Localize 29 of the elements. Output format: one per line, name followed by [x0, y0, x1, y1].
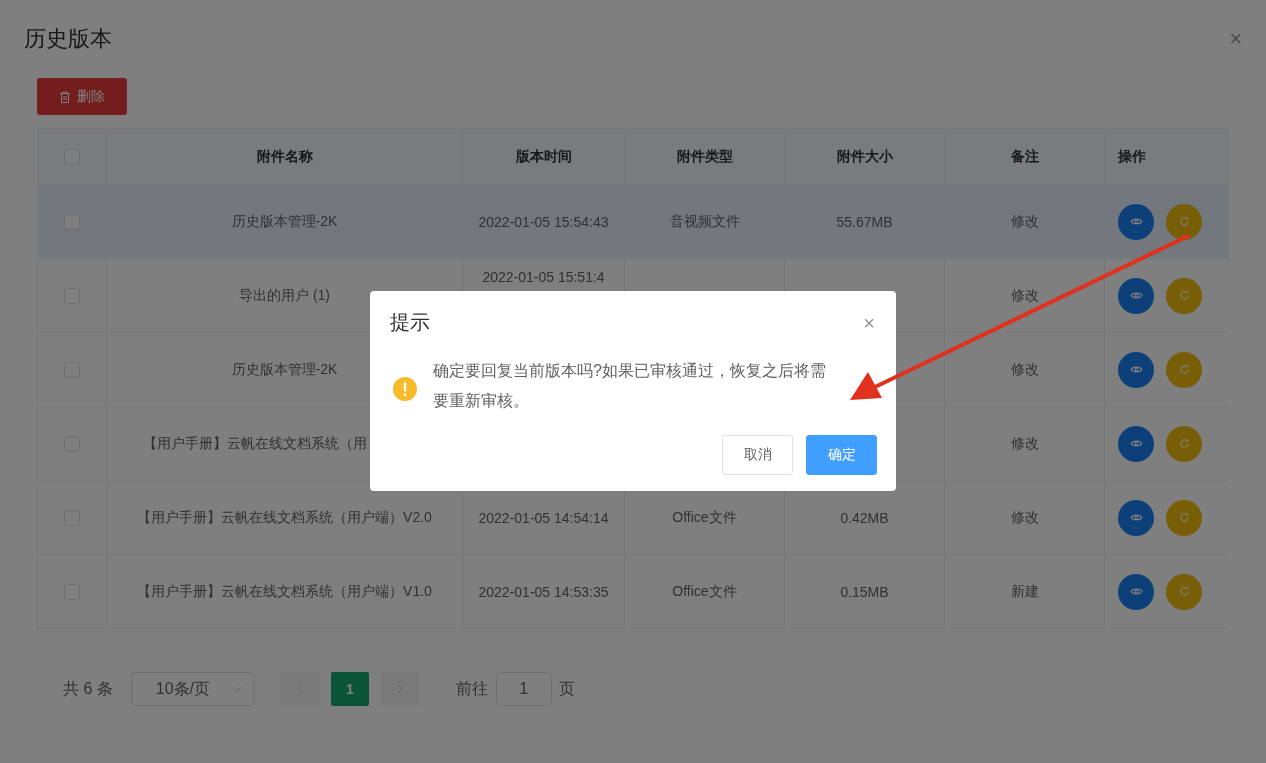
table-cell: Office文件 [625, 555, 785, 629]
close-button[interactable]: × [1229, 28, 1242, 50]
table-cell: 历史版本管理-2K [107, 185, 463, 259]
close-button[interactable]: × [863, 312, 875, 333]
total-count: 共 6 条 [63, 678, 113, 699]
table-cell: 修改 [945, 259, 1105, 333]
table-cell: 修改 [945, 185, 1105, 259]
table-cell: 音视频文件 [625, 185, 785, 259]
page-size-select[interactable]: 10条/页 [130, 672, 255, 706]
table-cell: 修改 [945, 333, 1105, 407]
table-cell: 2022-01-05 15:54:43 [463, 185, 625, 259]
confirm-button[interactable]: 确定 [806, 435, 877, 475]
page-input[interactable]: 1 [495, 672, 552, 706]
cancel-button[interactable]: 取消 [722, 435, 793, 475]
table-cell: 新建 [945, 555, 1105, 629]
table-cell: 2022-01-05 14:53:35 [463, 555, 625, 629]
goto-label: 前往 [455, 678, 488, 699]
table-cell: 【用户手册】云帆在线文档系统（用户端）V1.0 [107, 555, 463, 629]
page-button[interactable]: 1 [330, 672, 369, 706]
dialog-title: 历史版本 [24, 25, 112, 53]
table-cell: 55.67MB [785, 185, 945, 259]
table-cell: 0.15MB [785, 555, 945, 629]
table-row[interactable]: 历史版本管理-2K 2022-01-05 15:54:43 音视频文件 55.67MB 修改 [38, 185, 1229, 259]
table-cell: 修改 [945, 407, 1105, 481]
page-unit: 页 [558, 678, 575, 699]
table-cell: 修改 [945, 481, 1105, 555]
modal-title: 提示 [390, 310, 430, 335]
table-row[interactable]: 【用户手册】云帆在线文档系统（用户端）V1.0 2022-01-05 14:53:35 Office文件 0.15MB 新建 [38, 555, 1229, 629]
delete-button[interactable]: 删除 [37, 78, 127, 115]
